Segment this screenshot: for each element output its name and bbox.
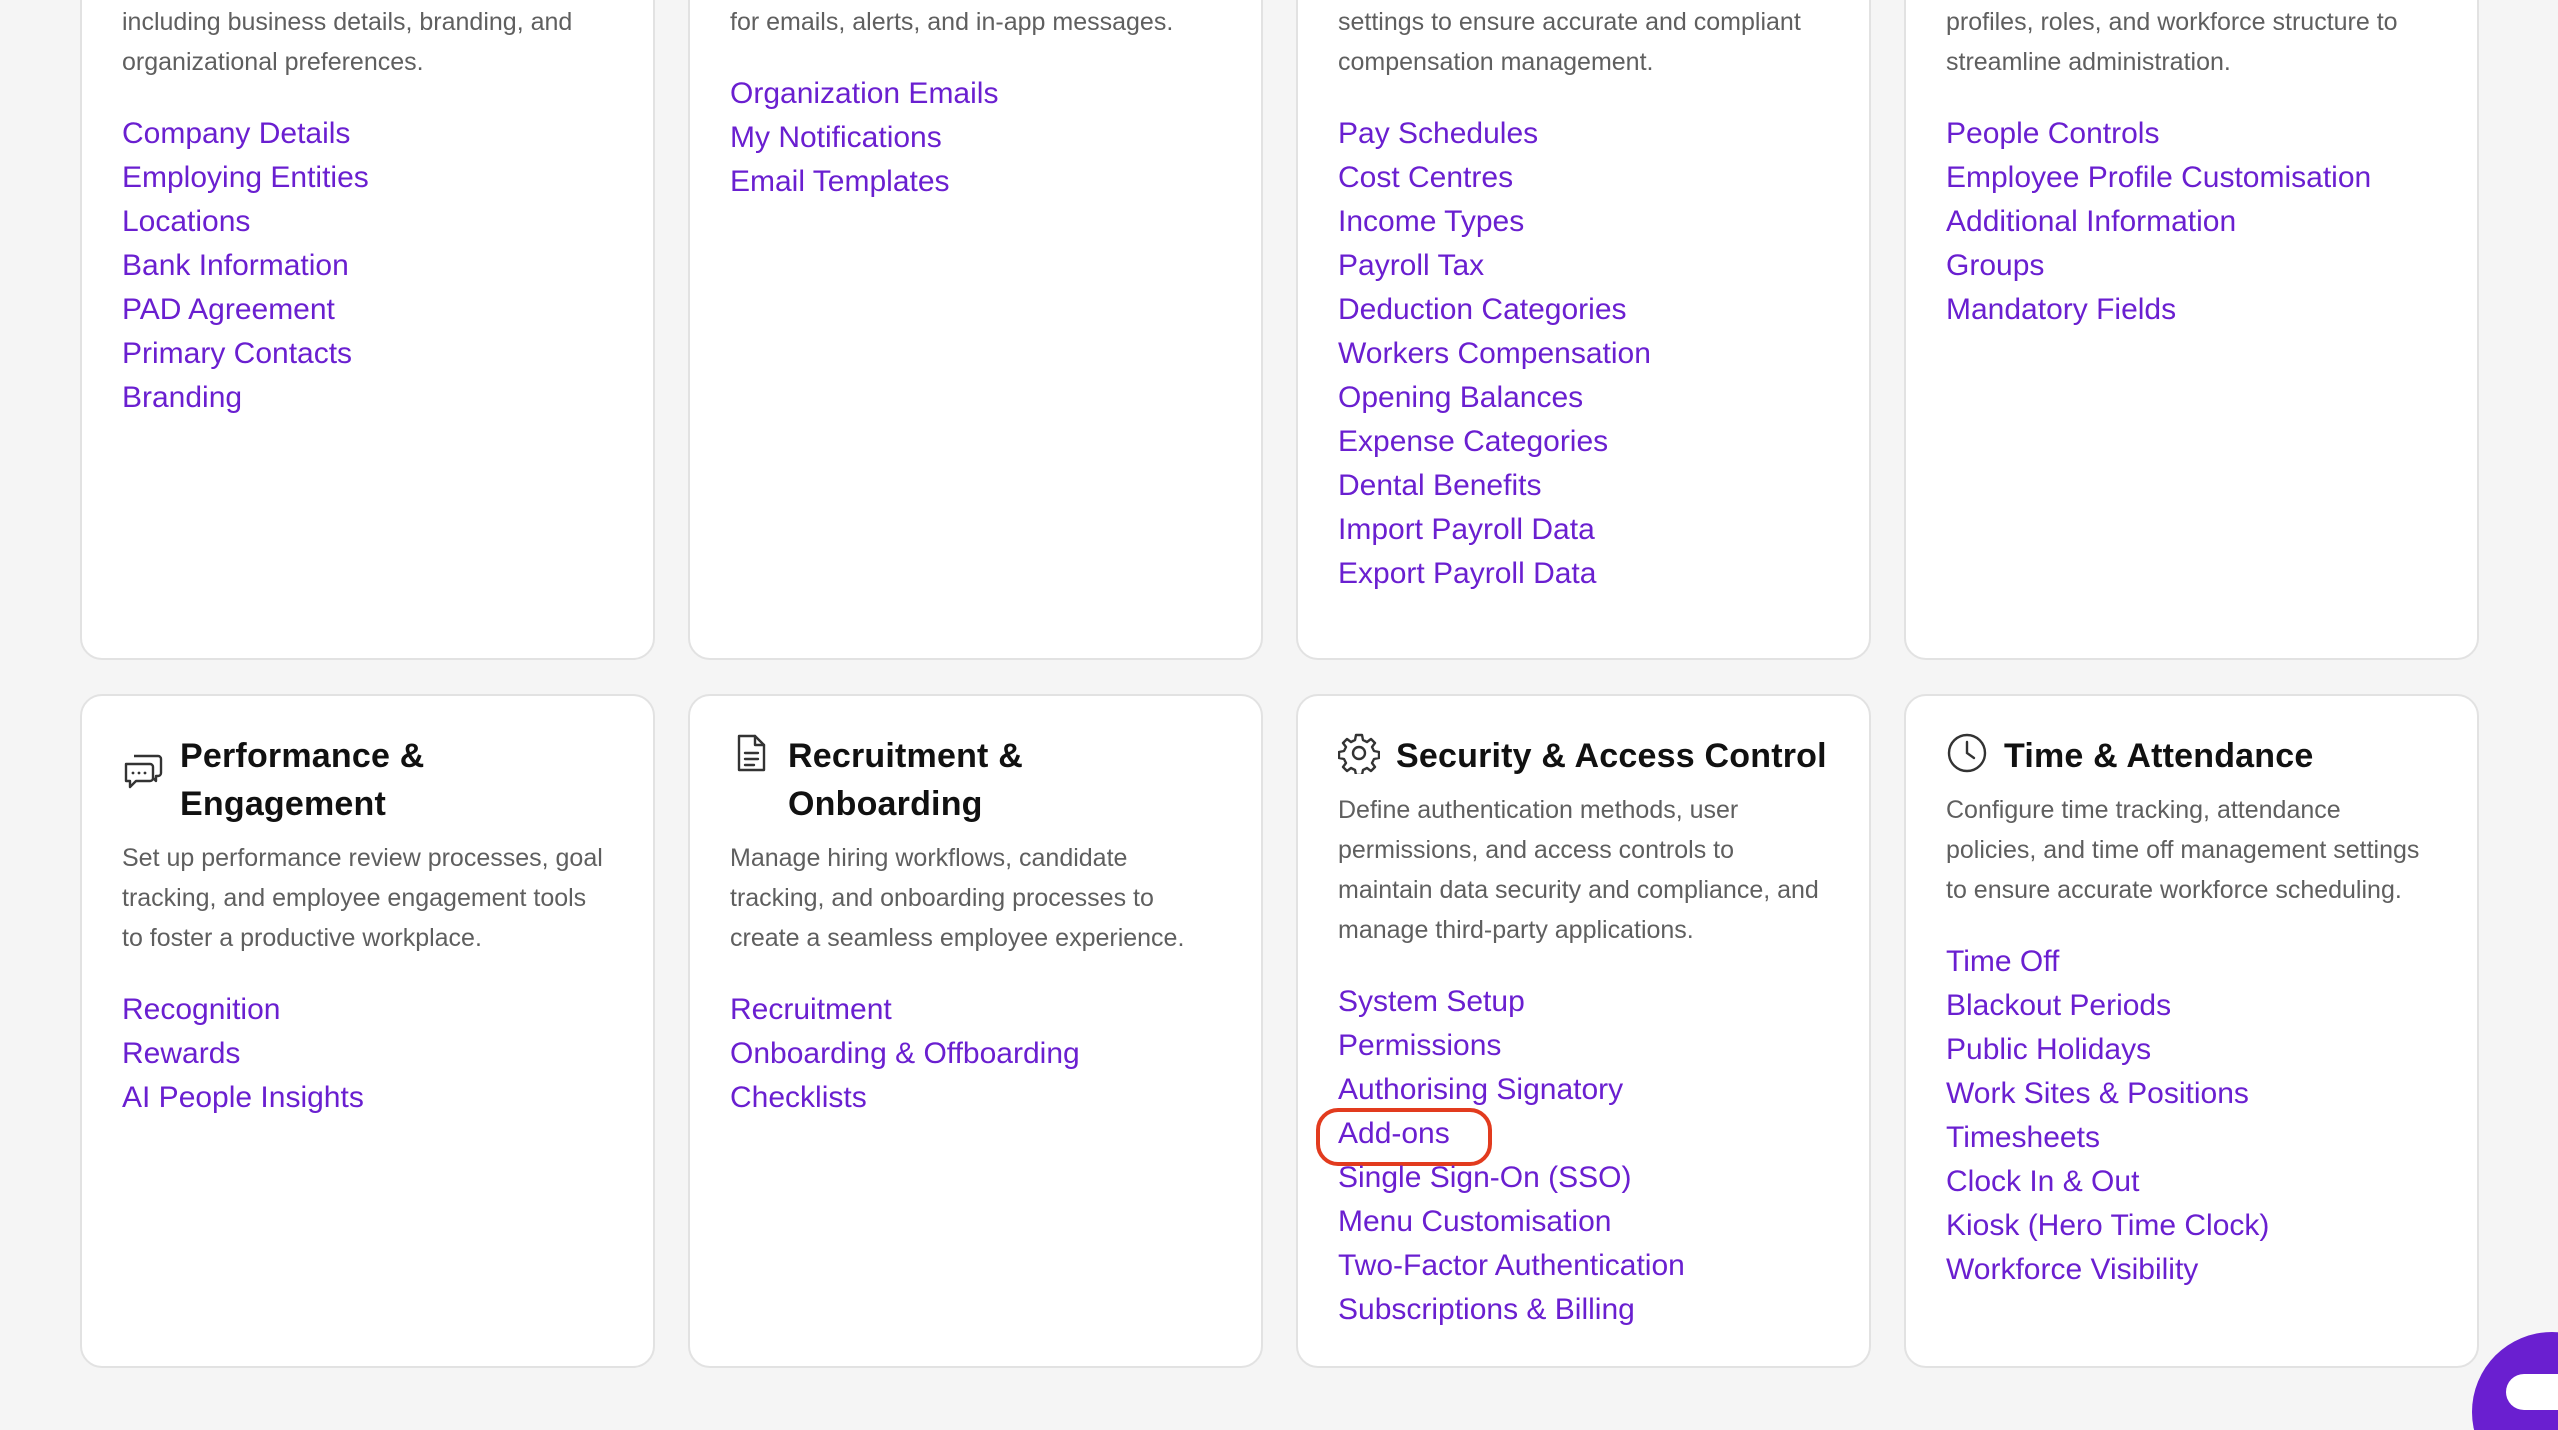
card-title: Time & Attendance — [2004, 737, 2314, 775]
link-organization-emails[interactable]: Organization Emails — [730, 72, 998, 116]
link-locations[interactable]: Locations — [122, 200, 250, 244]
link-system-setup[interactable]: System Setup — [1338, 980, 1525, 1024]
link-timesheets[interactable]: Timesheets — [1946, 1116, 2100, 1160]
payroll-card: Configure payroll processing and tax set… — [1296, 0, 1871, 660]
card-links: Company Details Employing Entities Locat… — [122, 112, 613, 420]
link-dental-benefits[interactable]: Dental Benefits — [1338, 464, 1541, 508]
link-email-templates[interactable]: Email Templates — [730, 160, 950, 204]
link-two-factor-authentication[interactable]: Two-Factor Authentication — [1338, 1244, 1685, 1288]
link-menu-customisation[interactable]: Menu Customisation — [1338, 1200, 1611, 1244]
company-settings-card: Define core company-wide settings, inclu… — [80, 0, 655, 660]
link-recognition[interactable]: Recognition — [122, 988, 280, 1032]
link-company-details[interactable]: Company Details — [122, 112, 350, 156]
link-pay-schedules[interactable]: Pay Schedules — [1338, 112, 1538, 156]
card-header: Security & Access Control — [1338, 732, 1829, 780]
link-work-sites-positions[interactable]: Work Sites & Positions — [1946, 1072, 2249, 1116]
card-links: System Setup Permissions Authorising Sig… — [1316, 980, 1829, 1332]
link-recruitment[interactable]: Recruitment — [730, 988, 892, 1032]
link-clock-in-out[interactable]: Clock In & Out — [1946, 1160, 2139, 1204]
link-employee-profile-customisation[interactable]: Employee Profile Customisation — [1946, 156, 2371, 200]
link-subscriptions-billing[interactable]: Subscriptions & Billing — [1338, 1288, 1635, 1332]
link-public-holidays[interactable]: Public Holidays — [1946, 1028, 2151, 1072]
link-groups[interactable]: Groups — [1946, 244, 2044, 288]
card-links: People Controls Employee Profile Customi… — [1946, 112, 2437, 332]
card-description: Set up performance review processes, goa… — [122, 844, 603, 952]
link-deduction-categories[interactable]: Deduction Categories — [1338, 288, 1627, 332]
card-header: Time & Attendance — [1946, 732, 2437, 780]
link-kiosk[interactable]: Kiosk (Hero Time Clock) — [1946, 1204, 2269, 1248]
card-links: Recognition Rewards AI People Insights — [122, 988, 613, 1120]
notifications-card: Set up and manage notification preferenc… — [688, 0, 1263, 660]
document-icon — [730, 732, 772, 774]
link-workers-compensation[interactable]: Workers Compensation — [1338, 332, 1651, 376]
link-cost-centres[interactable]: Cost Centres — [1338, 156, 1513, 200]
link-add-ons[interactable]: Add-ons — [1316, 1108, 1492, 1166]
recruitment-onboarding-card: Recruitment & Onboarding Manage hiring w… — [688, 694, 1263, 1368]
card-description: Manage hiring workflows, candidate track… — [730, 844, 1185, 952]
link-payroll-tax[interactable]: Payroll Tax — [1338, 244, 1484, 288]
card-description: Configure time tracking, attendance poli… — [1946, 796, 2420, 904]
card-description: Define authentication methods, user perm… — [1338, 796, 1819, 944]
security-access-card: Security & Access Control Define authent… — [1296, 694, 1871, 1368]
people-card: Control people-related settings, includi… — [1904, 0, 2479, 660]
link-authorising-signatory[interactable]: Authorising Signatory — [1338, 1068, 1623, 1112]
clock-icon — [1946, 732, 1988, 774]
link-mandatory-fields[interactable]: Mandatory Fields — [1946, 288, 2176, 332]
chat-bubble-icon — [2506, 1374, 2558, 1410]
link-expense-categories[interactable]: Expense Categories — [1338, 420, 1608, 464]
link-branding[interactable]: Branding — [122, 376, 242, 420]
link-employing-entities[interactable]: Employing Entities — [122, 156, 369, 200]
link-single-sign-on[interactable]: Single Sign-On (SSO) — [1338, 1156, 1631, 1200]
link-onboarding-offboarding[interactable]: Onboarding & Offboarding — [730, 1032, 1080, 1076]
link-income-types[interactable]: Income Types — [1338, 200, 1524, 244]
link-ai-people-insights[interactable]: AI People Insights — [122, 1076, 364, 1120]
link-blackout-periods[interactable]: Blackout Periods — [1946, 984, 2171, 1028]
link-additional-information[interactable]: Additional Information — [1946, 200, 2236, 244]
link-rewards[interactable]: Rewards — [122, 1032, 240, 1076]
card-links: Organization Emails My Notifications Ema… — [730, 72, 1221, 204]
chat-bubbles-icon — [122, 750, 164, 792]
card-title: Performance & Engagement — [180, 737, 425, 823]
card-description: Configure payroll processing and tax set… — [1338, 8, 1801, 76]
card-description: Set up and manage notification preferenc… — [730, 8, 1174, 36]
performance-engagement-card: Performance & Engagement Set up performa… — [80, 694, 655, 1368]
gear-icon — [1338, 732, 1380, 774]
link-bank-information[interactable]: Bank Information — [122, 244, 349, 288]
link-export-payroll-data[interactable]: Export Payroll Data — [1338, 552, 1596, 596]
link-workforce-visibility[interactable]: Workforce Visibility — [1946, 1248, 2198, 1292]
card-links: Recruitment Onboarding & Offboarding Che… — [730, 988, 1221, 1120]
link-primary-contacts[interactable]: Primary Contacts — [122, 332, 352, 376]
card-description: Control people-related settings, includi… — [1946, 8, 2398, 76]
link-my-notifications[interactable]: My Notifications — [730, 116, 942, 160]
card-header: Recruitment & Onboarding — [730, 732, 1221, 828]
chat-launcher-button[interactable] — [2472, 1332, 2558, 1430]
time-attendance-card: Time & Attendance Configure time trackin… — [1904, 694, 2479, 1368]
card-header: Performance & Engagement — [122, 732, 613, 828]
card-description: Define core company-wide settings, inclu… — [122, 8, 573, 76]
card-title: Security & Access Control — [1396, 737, 1827, 775]
link-permissions[interactable]: Permissions — [1338, 1024, 1501, 1068]
link-import-payroll-data[interactable]: Import Payroll Data — [1338, 508, 1595, 552]
link-checklists[interactable]: Checklists — [730, 1076, 867, 1120]
link-opening-balances[interactable]: Opening Balances — [1338, 376, 1583, 420]
card-title: Recruitment & Onboarding — [788, 737, 1023, 823]
link-people-controls[interactable]: People Controls — [1946, 112, 2159, 156]
card-links: Pay Schedules Cost Centres Income Types … — [1338, 112, 1829, 596]
link-time-off[interactable]: Time Off — [1946, 940, 2059, 984]
card-links: Time Off Blackout Periods Public Holiday… — [1946, 940, 2437, 1292]
link-pad-agreement[interactable]: PAD Agreement — [122, 288, 335, 332]
